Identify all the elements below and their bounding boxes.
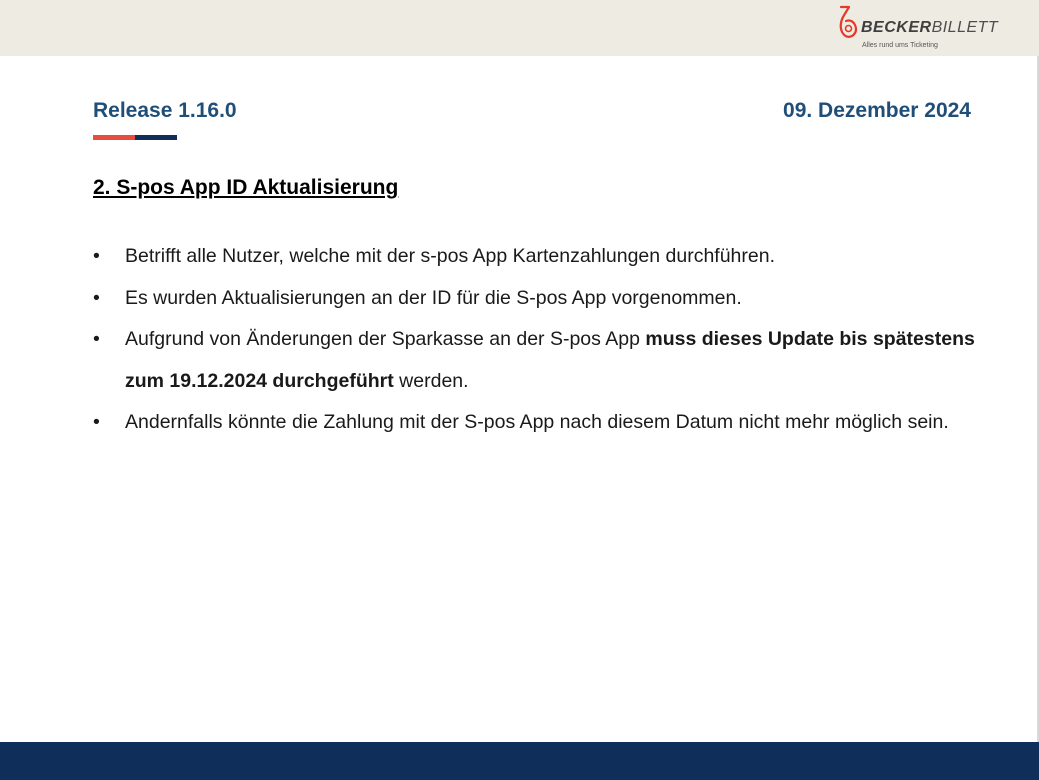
- logo-word-becker: BECKER: [861, 19, 932, 36]
- bullet-dot-icon: •: [93, 245, 100, 267]
- bullet-dot-icon: •: [93, 286, 100, 309]
- bullet-text: Andernfalls könnte die Zahlung mit der S…: [125, 411, 949, 433]
- bullet-dot-icon: •: [93, 411, 100, 433]
- accent-bar-navy: [135, 135, 177, 140]
- accent-bar-red: [93, 135, 135, 140]
- bullet-text: Es wurden Aktualisierungen an der ID für…: [125, 286, 742, 309]
- release-title: Release 1.16.0: [93, 99, 237, 122]
- bullet-item: • Es wurden Aktualisierungen an der ID f…: [93, 278, 983, 320]
- bullet-dot-icon: •: [93, 328, 100, 350]
- bullet-item: • Andernfalls könnte die Zahlung mit der…: [93, 402, 983, 444]
- bullet-item: • Betrifft alle Nutzer, welche mit der s…: [93, 236, 983, 278]
- logo-tagline: Alles rund ums Ticketing: [862, 42, 938, 49]
- footer-band: [0, 742, 1039, 780]
- slide: BECKERBILLETT Alles rund ums Ticketing R…: [0, 0, 1039, 780]
- title-accent-bar: [93, 135, 177, 140]
- logo-word-billett: BILLETT: [931, 19, 999, 36]
- bullet-text: werden.: [393, 369, 469, 392]
- bullet-item: • Aufgrund von Änderungen der Sparkasse …: [93, 319, 983, 402]
- becker-billett-logo: BECKERBILLETT Alles rund ums Ticketing: [837, 5, 998, 53]
- logo-wordmark: BECKERBILLETT: [861, 19, 998, 37]
- bullet-text: Betrifft alle Nutzer, welche mit der s-p…: [125, 245, 776, 267]
- release-date: 09. Dezember 2024: [783, 99, 971, 122]
- bullet-text: Aufgrund von Änderungen der Sparkasse an…: [125, 328, 646, 350]
- section-heading: 2. S-pos App ID Aktualisierung: [93, 176, 399, 199]
- bullet-list: • Betrifft alle Nutzer, welche mit der s…: [93, 236, 983, 444]
- logo-mark-icon: [839, 5, 858, 38]
